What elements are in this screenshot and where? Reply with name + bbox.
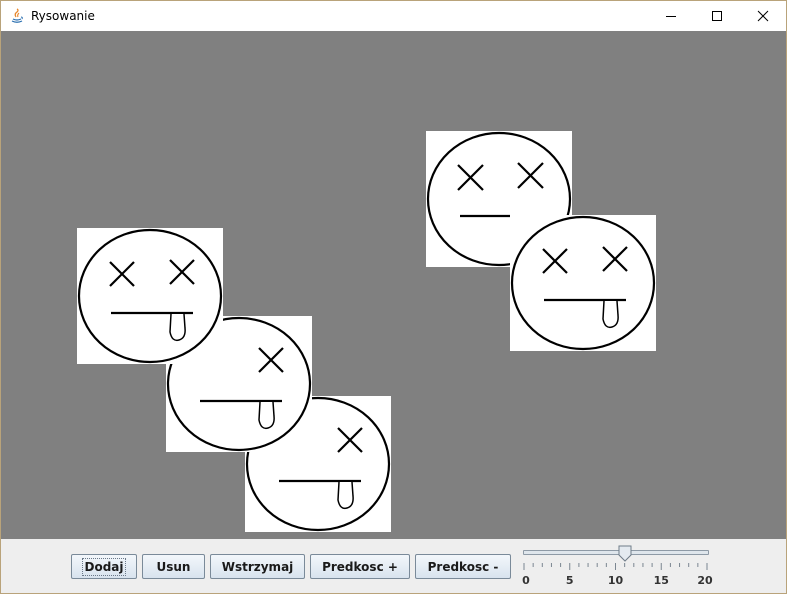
speed-down-button[interactable]: Predkosc - bbox=[415, 554, 511, 579]
add-button-label: Dodaj bbox=[82, 557, 126, 576]
dead-face-sprite bbox=[77, 228, 223, 364]
remove-button[interactable]: Usun bbox=[142, 554, 205, 579]
remove-button-label: Usun bbox=[156, 559, 191, 574]
speed-slider[interactable]: 0 5 10 15 20 bbox=[521, 545, 715, 591]
maximize-button[interactable] bbox=[694, 1, 740, 31]
slider-ticks bbox=[523, 563, 708, 570]
java-app-icon bbox=[9, 8, 25, 24]
minimize-icon bbox=[666, 16, 676, 17]
control-panel: Dodaj Usun Wstrzymaj Predkosc + Predkosc… bbox=[1, 539, 786, 593]
add-button[interactable]: Dodaj bbox=[71, 554, 137, 579]
slider-tick-label: 5 bbox=[565, 574, 574, 587]
slider-tick-label: 20 bbox=[697, 574, 713, 587]
speed-up-button[interactable]: Predkosc + bbox=[310, 554, 410, 579]
slider-tick-label: 10 bbox=[607, 574, 624, 587]
slider-thumb[interactable] bbox=[618, 545, 632, 562]
title-bar[interactable]: Rysowanie bbox=[1, 1, 786, 31]
slider-tick-label: 15 bbox=[653, 574, 669, 587]
app-window: Rysowanie Dodaj Usun Wstrzymaj Predkosc … bbox=[0, 0, 787, 594]
dead-face-sprite bbox=[510, 215, 656, 351]
slider-tick-label: 0 bbox=[522, 574, 530, 587]
speed-down-button-label: Predkosc - bbox=[427, 559, 499, 574]
maximize-icon bbox=[712, 11, 722, 21]
close-button[interactable] bbox=[740, 1, 786, 31]
speed-up-button-label: Predkosc + bbox=[322, 559, 398, 574]
drawing-canvas[interactable] bbox=[1, 31, 786, 539]
slider-track[interactable] bbox=[523, 550, 709, 555]
pause-button-label: Wstrzymaj bbox=[221, 559, 294, 574]
pause-button[interactable]: Wstrzymaj bbox=[210, 554, 305, 579]
window-title: Rysowanie bbox=[31, 9, 95, 23]
close-icon bbox=[757, 10, 769, 22]
slider-tick-labels: 0 5 10 15 20 bbox=[521, 574, 715, 588]
minimize-button[interactable] bbox=[648, 1, 694, 31]
